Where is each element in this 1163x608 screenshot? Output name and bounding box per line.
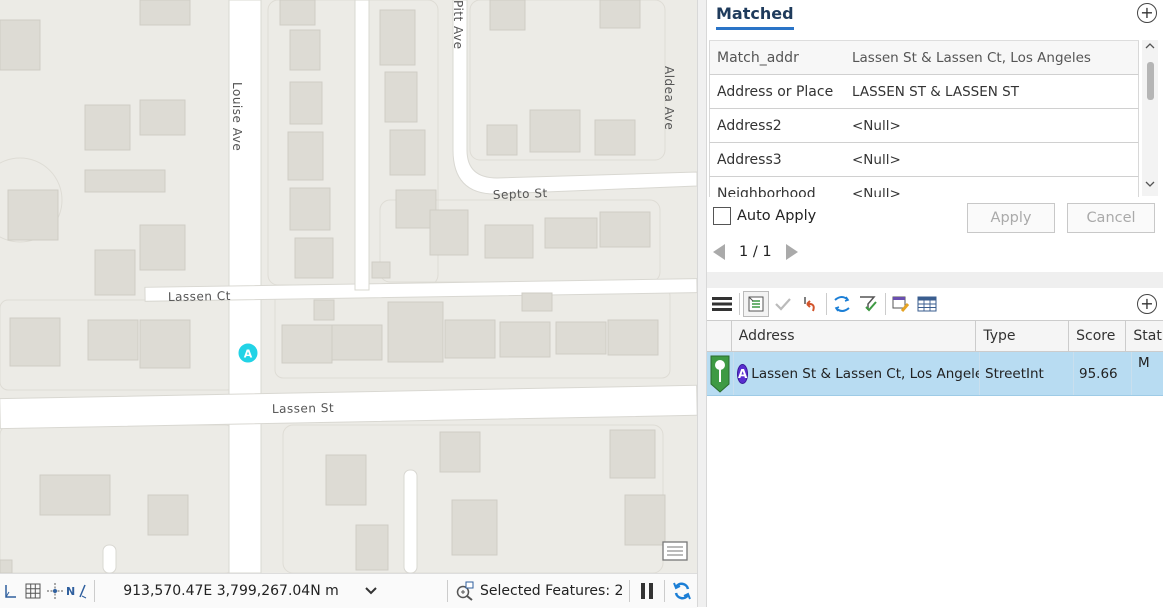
candidates-header: Address Type Score Stat bbox=[707, 321, 1163, 352]
geocode-marker-label: A bbox=[244, 348, 253, 361]
pin-icon[interactable] bbox=[707, 352, 734, 395]
attribute-scrollbar[interactable] bbox=[1142, 40, 1158, 196]
status-divider bbox=[447, 580, 448, 602]
candidate-badge: A bbox=[737, 363, 749, 384]
edit-table-icon[interactable] bbox=[889, 292, 913, 316]
svg-text:N: N bbox=[66, 585, 75, 598]
results-toolbar bbox=[707, 288, 1163, 320]
attribute-value: <Null> bbox=[852, 185, 901, 198]
attribute-name: Address3 bbox=[717, 151, 782, 168]
map-canvas: Louise Ave Pitt Ave Aldea Ave Septo St L… bbox=[0, 0, 697, 573]
attribute-row[interactable]: Neighborhood <Null> bbox=[709, 177, 1139, 197]
pager-text: 1 / 1 bbox=[739, 244, 772, 260]
section-divider bbox=[707, 272, 1163, 288]
grid-icon[interactable] bbox=[22, 580, 44, 602]
attribute-value: <Null> bbox=[852, 117, 901, 134]
cell-address: A Lassen St & Lassen Ct, Los Angeles bbox=[734, 352, 980, 395]
street-label-aldea: Aldea Ave bbox=[662, 66, 676, 130]
checkbox-box[interactable] bbox=[713, 207, 731, 225]
add-icon[interactable]: + bbox=[1137, 294, 1157, 314]
candidate-address: Lassen St & Lassen Ct, Los Angeles bbox=[751, 365, 980, 382]
attribute-row[interactable]: Address2 <Null> bbox=[709, 109, 1139, 143]
table-icon[interactable] bbox=[915, 292, 939, 316]
cell-type: StreetInt bbox=[980, 352, 1074, 395]
pane-splitter[interactable] bbox=[697, 0, 707, 607]
zoom-to-selection-icon[interactable] bbox=[454, 580, 476, 602]
toolbar-separator bbox=[739, 293, 740, 315]
street-label-septo: Septo St bbox=[493, 186, 548, 202]
attribute-value: Lassen St & Lassen Ct, Los Angeles bbox=[852, 49, 1091, 66]
status-divider bbox=[664, 580, 666, 602]
attribute-row[interactable]: Address or Place LASSEN ST & LASSEN ST bbox=[709, 75, 1139, 109]
header-spacer bbox=[707, 321, 732, 351]
scroll-down-icon[interactable] bbox=[1145, 180, 1155, 191]
street-label-louise: Louise Ave bbox=[230, 82, 244, 151]
map-status-bar: N 913,570.47E 3,799,267.04N m Selected F… bbox=[0, 573, 697, 608]
pager: 1 / 1 bbox=[713, 244, 798, 260]
toolbar-separator bbox=[826, 293, 827, 315]
show-candidates-icon[interactable] bbox=[743, 291, 769, 317]
attribution-icon[interactable] bbox=[661, 540, 689, 564]
attribute-name: Address2 bbox=[717, 117, 782, 134]
auto-apply-checkbox[interactable]: Auto Apply bbox=[713, 207, 816, 225]
attribute-value: <Null> bbox=[852, 151, 901, 168]
auto-apply-label: Auto Apply bbox=[737, 208, 817, 224]
attribute-name: Match_addr bbox=[717, 49, 799, 66]
cell-status: M bbox=[1138, 355, 1150, 371]
filter-check-icon[interactable] bbox=[856, 292, 880, 316]
map-view[interactable]: Louise Ave Pitt Ave Aldea Ave Septo St L… bbox=[0, 0, 697, 573]
attribute-row[interactable]: Match_addr Lassen St & Lassen Ct, Los An… bbox=[709, 41, 1139, 75]
next-icon[interactable] bbox=[785, 244, 798, 260]
refresh-icon[interactable] bbox=[671, 580, 693, 602]
street-label-pitt: Pitt Ave bbox=[451, 0, 465, 50]
undo-match-icon[interactable] bbox=[797, 292, 821, 316]
menu-icon[interactable] bbox=[710, 292, 734, 316]
column-header-type[interactable]: Type bbox=[976, 321, 1070, 351]
scroll-up-icon[interactable] bbox=[1145, 42, 1155, 53]
candidates-table: Address Type Score Stat A Lassen St & La… bbox=[707, 320, 1163, 608]
rematch-icon[interactable] bbox=[830, 292, 854, 316]
attribute-name: Address or Place bbox=[717, 83, 834, 100]
scale-icon[interactable] bbox=[0, 580, 22, 602]
attribute-value: LASSEN ST & LASSEN ST bbox=[852, 83, 1019, 100]
column-header-score[interactable]: Score bbox=[1069, 321, 1127, 351]
attribute-row[interactable]: Address3 <Null> bbox=[709, 143, 1139, 177]
column-header-address[interactable]: Address bbox=[732, 321, 977, 351]
previous-icon[interactable] bbox=[713, 244, 725, 260]
check-icon[interactable] bbox=[771, 292, 795, 316]
toolbar-separator bbox=[885, 293, 886, 315]
scrollbar-thumb[interactable] bbox=[1147, 62, 1154, 100]
north-arrow-icon[interactable]: N bbox=[66, 580, 88, 602]
column-header-status[interactable]: Stat bbox=[1126, 321, 1163, 351]
geocode-marker[interactable]: A bbox=[237, 342, 259, 364]
cell-score: 95.66 bbox=[1074, 352, 1132, 395]
snapping-icon[interactable] bbox=[44, 580, 66, 602]
add-icon[interactable]: + bbox=[1137, 3, 1157, 23]
attribute-name: Neighborhood bbox=[717, 185, 816, 198]
tab-matched[interactable]: Matched bbox=[716, 4, 794, 30]
apply-button[interactable]: Apply bbox=[967, 203, 1055, 233]
street-label-lassen-st: Lassen St bbox=[272, 401, 334, 416]
street-label-lassen-ct: Lassen Ct bbox=[168, 289, 231, 304]
selected-features-count[interactable]: Selected Features: 2 bbox=[480, 583, 623, 599]
locate-results-panel: Matched + Match_addr Lassen St & Lassen … bbox=[707, 0, 1163, 607]
coordinate-readout: 913,570.47E 3,799,267.04N m bbox=[123, 583, 339, 599]
table-row[interactable]: A Lassen St & Lassen Ct, Los Angeles Str… bbox=[707, 352, 1163, 396]
chevron-down-icon[interactable] bbox=[365, 584, 377, 599]
pause-icon[interactable] bbox=[636, 580, 658, 602]
attribute-table: Match_addr Lassen St & Lassen Ct, Los An… bbox=[709, 40, 1139, 197]
status-divider bbox=[94, 580, 95, 602]
status-divider bbox=[629, 580, 631, 602]
cancel-button[interactable]: Cancel bbox=[1067, 203, 1155, 233]
